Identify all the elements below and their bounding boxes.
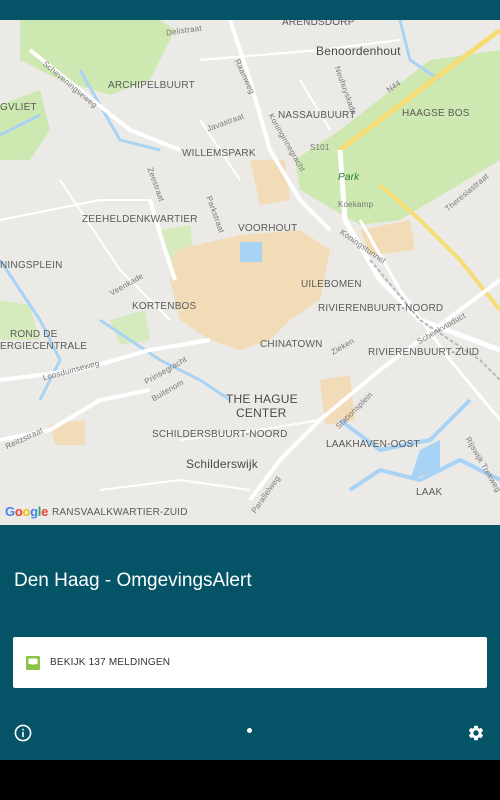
- view-alerts-button[interactable]: BEKIJK 137 MELDINGEN: [13, 637, 487, 688]
- map-label: SCHILDERSBUURT-NOORD: [152, 429, 288, 440]
- map-label: LAAK: [416, 487, 443, 498]
- info-button[interactable]: [14, 724, 32, 742]
- map-label: CENTER: [236, 406, 287, 420]
- map-label: ARENDSDORP: [282, 20, 355, 28]
- map-canvas: [0, 20, 500, 502]
- map-label: WILLEMSPARK: [182, 148, 256, 159]
- map-label: Schilderswijk: [186, 457, 258, 471]
- map-label: THE HAGUE: [226, 392, 298, 406]
- settings-button[interactable]: [467, 724, 485, 742]
- map-label: ZEEHELDENKWARTIER: [82, 214, 198, 225]
- app-title: Den Haag - OmgevingsAlert: [14, 570, 252, 591]
- map-label: LAAKHAVEN-OOST: [326, 439, 420, 450]
- inbox-icon: [25, 655, 41, 671]
- map-label: HAAGSE BOS: [402, 108, 470, 119]
- gear-icon: [468, 725, 484, 741]
- park-label: Park: [338, 172, 360, 183]
- map-label: ROND DE: [10, 329, 58, 340]
- street-label: Koekamp: [338, 200, 374, 209]
- page-indicator-dot: [247, 728, 252, 733]
- system-nav-bar: [0, 760, 500, 800]
- map-label: RANSVAALKWARTIER-ZUID: [52, 507, 188, 518]
- map-label: RIVIERENBUURT-ZUID: [368, 347, 480, 358]
- map-label: NINGSPLEIN: [0, 260, 63, 271]
- map-label: GVLIET: [0, 102, 37, 113]
- map-label: KORTENBOS: [132, 301, 197, 312]
- map-label: VOORHOUT: [238, 223, 298, 234]
- google-logo: Google: [5, 504, 49, 519]
- map-view[interactable]: ARENDSDORP Benoordenhout ARCHIPELBUURT N…: [0, 20, 500, 525]
- map-label: Benoordenhout: [316, 44, 401, 58]
- map-label: ARCHIPELBUURT: [108, 80, 195, 91]
- map-label: NASSAUBUURT: [278, 110, 356, 121]
- map-label: RIVIERENBUURT-NOORD: [318, 303, 444, 314]
- street-label: S101: [310, 143, 330, 152]
- map-label: UILEBOMEN: [301, 279, 362, 290]
- map-label: ERGIECENTRALE: [0, 341, 88, 352]
- view-alerts-label: BEKIJK 137 MELDINGEN: [50, 657, 171, 668]
- info-icon: [14, 724, 32, 742]
- map-label: CHINATOWN: [260, 339, 323, 350]
